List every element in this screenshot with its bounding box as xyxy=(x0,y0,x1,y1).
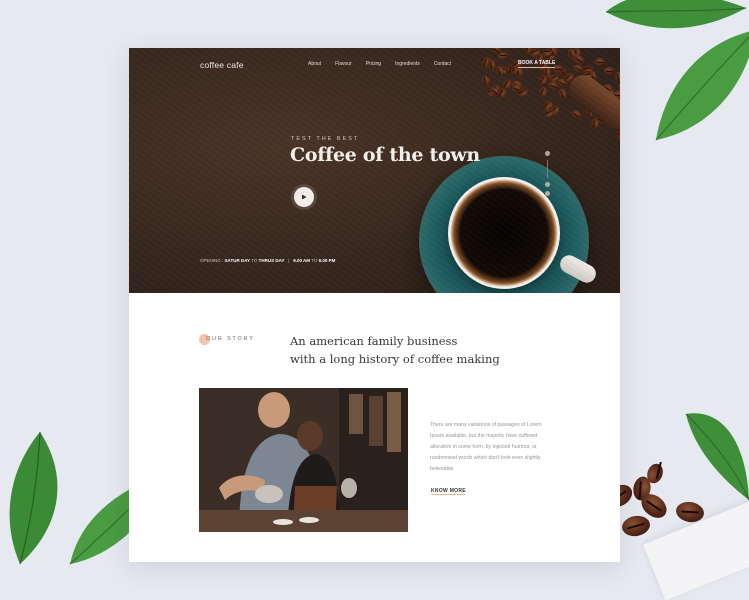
nav-item-about[interactable]: About xyxy=(308,61,321,67)
know-more-link[interactable]: KNOW MORE xyxy=(431,488,466,495)
social-divider xyxy=(547,160,548,178)
barista-scene-image xyxy=(199,388,408,532)
site-logo[interactable]: coffee cafe xyxy=(200,60,244,70)
hero-title: Coffee of the town xyxy=(290,144,480,166)
coffee-bean xyxy=(536,85,549,99)
nav-item-pricing[interactable]: Pricing xyxy=(366,61,381,67)
story-paragraph: There are many variations of passages of… xyxy=(430,422,542,472)
opening-time-from: 9.00 AM xyxy=(293,258,311,263)
facebook-icon[interactable] xyxy=(545,182,550,187)
nav-item-flavour[interactable]: Flavour xyxy=(335,61,352,67)
main-nav: About Flavour Pricing Ingredients Contac… xyxy=(308,61,465,67)
nav-item-ingredients[interactable]: Ingredients xyxy=(395,61,420,67)
coffee-bean xyxy=(556,87,568,102)
story-tagline: An american family business with a long … xyxy=(290,332,500,368)
play-button[interactable] xyxy=(294,187,314,207)
social-links xyxy=(545,151,550,196)
story-tagline-line1: An american family business xyxy=(290,334,458,348)
opening-day-from: SATUR DAY xyxy=(224,258,251,263)
coffee-bean xyxy=(480,75,491,88)
play-icon xyxy=(302,194,307,200)
coffee-cup-image xyxy=(448,177,560,289)
coffee-bean xyxy=(570,108,584,122)
barista-photo xyxy=(199,388,408,532)
opening-time-to: 9.00 PM xyxy=(318,258,336,263)
opening-hours: OPENING : SATUR DAY TO THRUS DAY | 9.00 … xyxy=(200,258,335,263)
book-table-button[interactable]: BOOK A TABLE xyxy=(518,60,556,68)
story-tagline-line2: with a long history of coffee making xyxy=(290,352,500,366)
opening-separator: | xyxy=(288,258,290,263)
hero-eyebrow: TEST THE BEST xyxy=(291,136,360,142)
twitter-icon[interactable] xyxy=(545,151,550,156)
website-mockup: coffee cafe About Flavour Pricing Ingred… xyxy=(129,48,620,562)
hero-section: coffee cafe About Flavour Pricing Ingred… xyxy=(129,48,620,293)
opening-days-to-word: TO xyxy=(251,258,258,263)
coffee-bean xyxy=(594,57,607,67)
instagram-icon[interactable] xyxy=(545,191,550,196)
opening-label: OPENING : xyxy=(200,258,224,263)
leaf-bottom-right-decoration xyxy=(685,413,749,501)
coffee-bean-decoration xyxy=(620,513,652,539)
nav-item-contact[interactable]: Contact xyxy=(434,61,451,67)
opening-day-to: THRUS DAY xyxy=(258,258,285,263)
opening-time-to-word: TO xyxy=(311,258,318,263)
story-label: OUR STORY xyxy=(206,336,255,342)
coffee-bean xyxy=(589,118,600,131)
